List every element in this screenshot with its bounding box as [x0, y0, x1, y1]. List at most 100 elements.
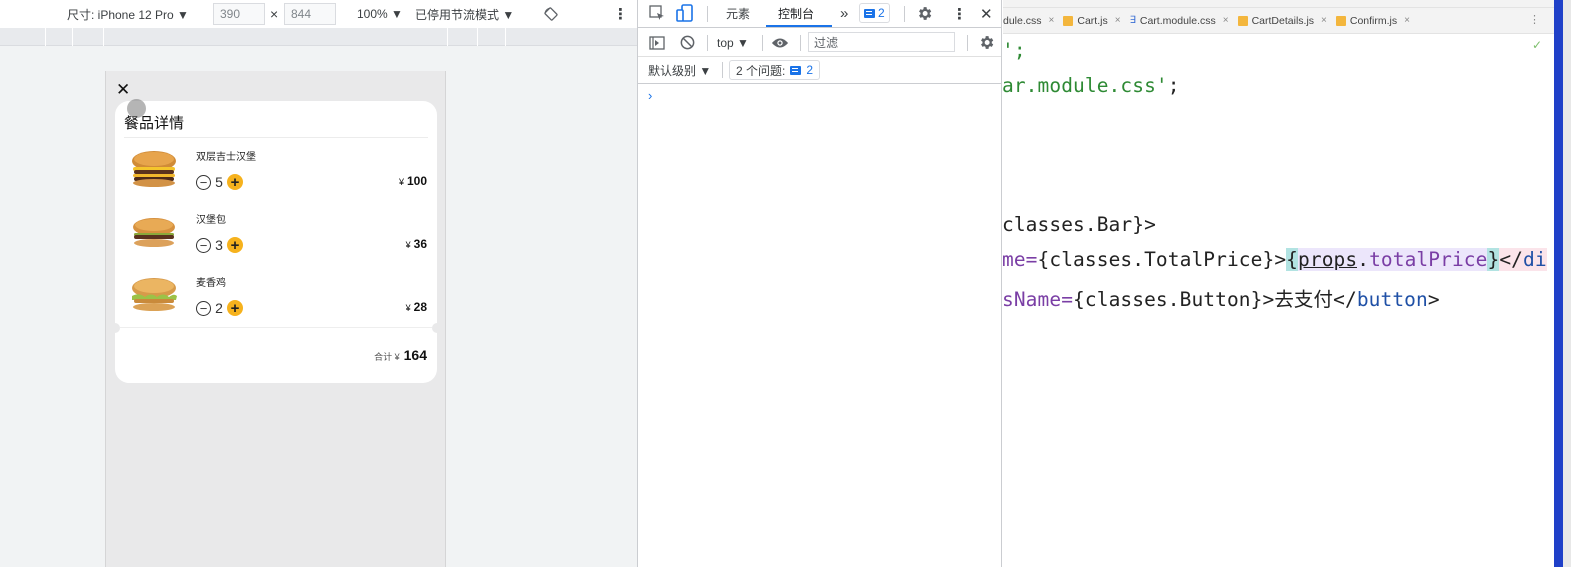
meal-item: 双层吉士汉堡 − 5 + ¥100 [115, 145, 437, 203]
device-width-input[interactable]: 390 [213, 3, 265, 25]
editor-tabs-menu-icon[interactable]: ⋮ [1529, 13, 1540, 26]
device-toolbar: 尺寸: iPhone 12 Pro ▼ 390 × 844 100% ▼ 已停用… [0, 0, 637, 28]
code-text: </ [1499, 248, 1523, 271]
tab-label: Cart.js [1077, 14, 1108, 27]
editor-scrollbar[interactable] [1554, 0, 1594, 567]
code-property: totalPrice [1369, 248, 1488, 271]
rotate-icon[interactable] [543, 0, 559, 28]
increase-button[interactable]: + [227, 237, 243, 253]
console-prompt[interactable]: › [648, 88, 652, 103]
code-brace: { [1286, 248, 1299, 271]
increase-button[interactable]: + [227, 300, 243, 316]
issues-count: 2 [806, 63, 814, 77]
decrease-button[interactable]: − [196, 300, 211, 316]
tab-close-icon[interactable]: × [1321, 15, 1327, 26]
code-line[interactable]: me={classes.TotalPrice}>{props.totalPric… [1002, 248, 1547, 271]
total-value: 164 [403, 347, 427, 363]
code-line[interactable]: ar.module.css'; [1002, 74, 1180, 97]
increase-button[interactable]: + [227, 174, 243, 190]
code-line[interactable]: '; [1002, 39, 1026, 62]
price-value: 100 [406, 174, 427, 188]
issues-button[interactable]: 2 个问题: 2 [729, 60, 821, 80]
total-label: 合计 ¥ [374, 352, 400, 362]
editor-tab[interactable]: ∃ Cart.module.css × [1130, 15, 1238, 27]
devtools-menu-icon[interactable]: ⋮ [952, 0, 967, 27]
card-notch-left [110, 323, 120, 333]
code-text: classes.Bar}> [1002, 213, 1156, 236]
editor-tab[interactable]: CartDetails.js × [1237, 14, 1336, 27]
code-text: {classes.Button}>去支付</ [1073, 288, 1357, 311]
code-line[interactable]: sName={classes.Button}>去支付</button> [1002, 283, 1440, 312]
tab-close-icon[interactable]: × [1115, 15, 1121, 26]
editor-tab[interactable]: dule.css × [1003, 15, 1063, 27]
message-icon [790, 65, 802, 75]
throttle-select[interactable]: 已停用节流模式 ▼ [415, 0, 514, 28]
scrollbar-thumb[interactable] [1554, 0, 1563, 567]
js-file-icon [1237, 15, 1248, 26]
price-value: 28 [413, 300, 427, 314]
device-toolbar-menu-icon[interactable]: ⋮ [613, 0, 628, 28]
meal-item: 麦香鸡 − 2 + ¥28 [115, 271, 437, 329]
settings-gear-icon[interactable] [916, 5, 933, 22]
meal-item: 汉堡包 − 3 + ¥36 [115, 208, 437, 266]
card-notch-right [432, 323, 442, 333]
tab-label: CartDetails.js [1251, 14, 1315, 27]
quantity-stepper: − 2 + [196, 300, 243, 316]
currency-symbol: ¥ [405, 240, 411, 250]
log-level-select[interactable]: 默认级别 ▼ [648, 57, 711, 83]
editor-tab-bar: dule.css × Cart.js × ∃ Cart.module.css × Car… [1003, 8, 1554, 34]
tab-elements[interactable]: 元素 [726, 0, 750, 27]
code-line[interactable]: classes.Bar}> [1002, 213, 1156, 236]
code-string: '; [1002, 39, 1026, 62]
price-value: 36 [413, 237, 427, 251]
devtools-panel: 元素 控制台 » 2 ⋮ ✕ top ▼ 过滤 默认级别 ▼ 2 个问题: 2 … [637, 0, 1002, 567]
emulated-phone-viewport: ✕ 餐品详情 双层吉士汉堡 − 5 + ¥ 100 汉堡包 − 3 + ¥ 36… [105, 71, 446, 567]
code-tag: button [1356, 288, 1428, 311]
tab-console[interactable]: 控制台 [778, 0, 814, 27]
media-query-ruler [0, 28, 637, 46]
tab-close-icon[interactable]: × [1223, 15, 1229, 26]
console-filter-input[interactable]: 过滤 [808, 32, 955, 52]
inspect-element-icon[interactable] [648, 4, 666, 22]
code-text: ; [1167, 74, 1180, 97]
meal-name: 双层吉士汉堡 [196, 152, 256, 163]
code-attribute: sName= [1002, 288, 1074, 311]
scrollbar-track [1563, 0, 1571, 567]
tab-close-icon[interactable]: × [1049, 15, 1055, 26]
context-select[interactable]: top ▼ [717, 29, 749, 57]
code-attribute: me= [1002, 248, 1038, 271]
editor-tab[interactable]: Cart.js × [1063, 15, 1129, 27]
title-divider [124, 137, 428, 138]
total-price: 合计 ¥ 164 [374, 347, 427, 363]
more-tabs-icon[interactable]: » [840, 0, 848, 27]
issues-badge[interactable]: 2 [859, 3, 890, 23]
live-expression-eye-icon[interactable] [771, 35, 789, 51]
tab-close-icon[interactable]: × [1404, 15, 1410, 26]
device-size-select[interactable]: 尺寸: iPhone 12 Pro ▼ [67, 0, 189, 28]
zoom-select[interactable]: 100% ▼ [357, 0, 403, 28]
code-text: {classes.TotalPrice}> [1037, 248, 1287, 271]
code-editor: dule.css × Cart.js × ∃ Cart.module.css × Car… [1002, 0, 1554, 567]
close-devtools-icon[interactable]: ✕ [980, 0, 993, 27]
active-tab-indicator [766, 25, 832, 27]
message-icon [864, 8, 875, 18]
clear-console-icon[interactable] [679, 34, 696, 51]
touch-cursor-indicator [127, 99, 146, 118]
cart-details-card: 餐品详情 双层吉士汉堡 − 5 + ¥ 100 汉堡包 − 3 + ¥ 36 麦… [110, 101, 442, 383]
code-brace: } [1487, 248, 1500, 271]
editor-tab[interactable]: Confirm.js × [1335, 15, 1419, 27]
code-text: . [1357, 248, 1370, 271]
device-height-input[interactable]: 844 [284, 3, 336, 25]
code-identifier: props [1298, 248, 1358, 271]
double-cheeseburger-image [132, 151, 176, 187]
meal-price: ¥36 [406, 237, 427, 251]
console-settings-gear-icon[interactable] [978, 34, 995, 51]
currency-symbol: ¥ [398, 177, 404, 187]
device-toggle-icon[interactable] [675, 3, 695, 23]
sidebar-toggle-icon[interactable] [648, 34, 666, 52]
hamburger-image [133, 218, 175, 247]
js-file-icon [1063, 15, 1074, 26]
close-icon[interactable]: ✕ [116, 80, 130, 100]
decrease-button[interactable]: − [196, 237, 211, 253]
decrease-button[interactable]: − [196, 174, 211, 190]
